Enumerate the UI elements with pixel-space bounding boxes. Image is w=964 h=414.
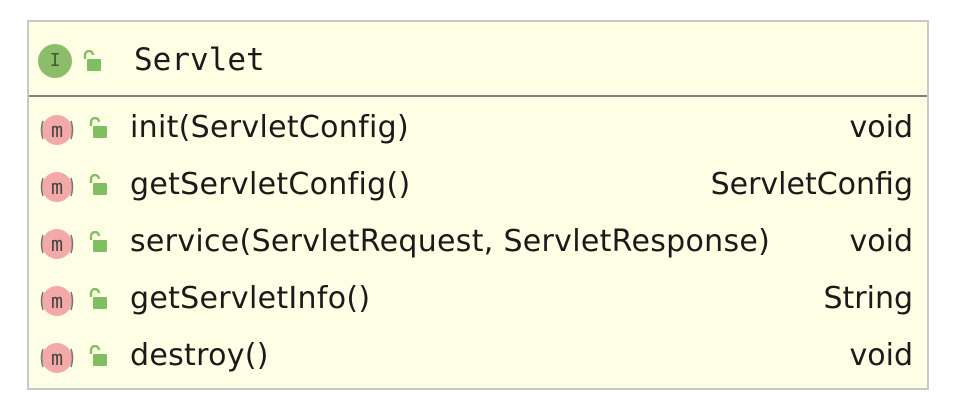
method-row-init[interactable]: m init(ServletConfig) void — [29, 100, 927, 157]
public-lock-icon — [89, 174, 107, 195]
method-signature: service(ServletRequest, ServletResponse) — [130, 224, 771, 259]
svg-text:m: m — [51, 289, 63, 313]
interface-box[interactable]: I Servlet m init(ServletConfig) void m g… — [27, 20, 929, 390]
public-lock-icon — [89, 231, 107, 252]
public-lock-icon — [89, 288, 107, 309]
method-row-destroy[interactable]: m destroy() void — [29, 328, 927, 385]
method-return-type: void — [849, 224, 914, 259]
method-icon: m — [40, 343, 74, 373]
method-signature: destroy() — [130, 338, 269, 373]
svg-text:m: m — [51, 118, 63, 142]
method-row-getservletinfo[interactable]: m getServletInfo() String — [29, 271, 927, 328]
method-icon: m — [40, 229, 74, 259]
method-icon: m — [40, 172, 74, 202]
svg-text:m: m — [51, 175, 63, 199]
interface-icon: I — [38, 44, 72, 78]
public-lock-icon — [89, 117, 107, 138]
public-lock-icon — [89, 345, 107, 366]
method-return-type: ServletConfig — [710, 167, 913, 202]
interface-name: Servlet — [134, 42, 265, 78]
method-row-service[interactable]: m service(ServletRequest, ServletRespons… — [29, 214, 927, 271]
interface-header: I Servlet — [29, 22, 927, 97]
method-signature: init(ServletConfig) — [130, 110, 409, 145]
method-return-type: void — [849, 110, 914, 145]
method-row-getservletconfig[interactable]: m getServletConfig() ServletConfig — [29, 157, 927, 214]
method-signature: getServletInfo() — [130, 281, 371, 316]
public-lock-icon — [83, 50, 101, 71]
method-signature: getServletConfig() — [130, 167, 411, 202]
method-return-type: String — [823, 281, 913, 316]
method-return-type: void — [849, 338, 914, 373]
method-icon: m — [40, 286, 74, 316]
method-icon: m — [40, 115, 74, 145]
svg-text:m: m — [51, 232, 63, 256]
svg-text:m: m — [51, 346, 63, 370]
